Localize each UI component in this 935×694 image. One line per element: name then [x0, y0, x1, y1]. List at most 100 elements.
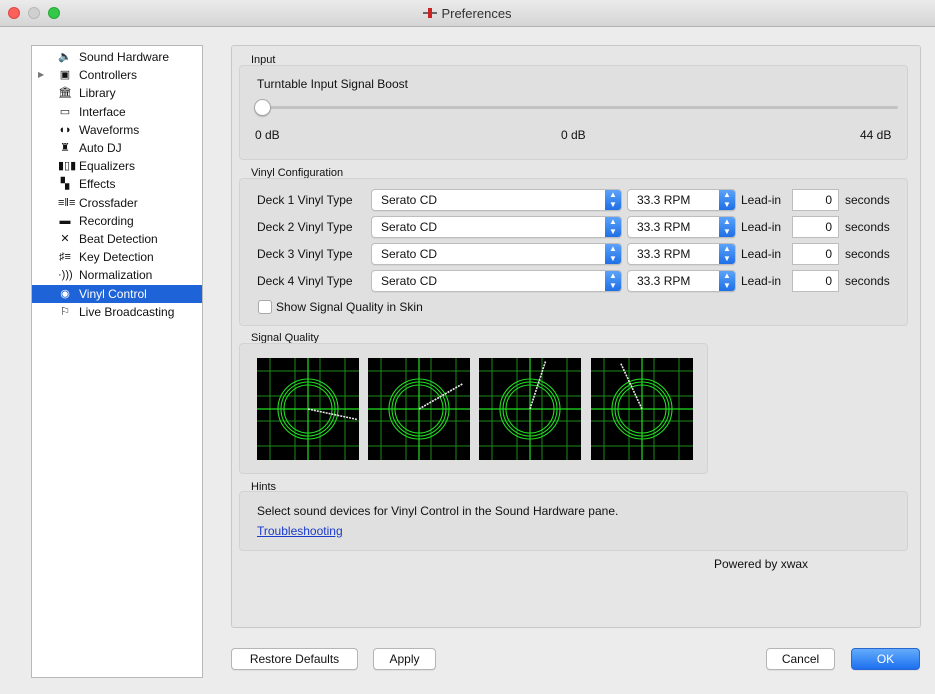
- effects-icon: ▚: [60, 178, 70, 191]
- select-stepper-icon: ▲ ▼: [719, 271, 735, 291]
- sidebar-item-beat-detection[interactable]: ✕ Beat Detection: [32, 230, 202, 248]
- deck-3-vinyl-type-value: Serato CD: [381, 247, 438, 261]
- boost-slider-track[interactable]: [257, 106, 898, 109]
- apply-button[interactable]: Apply: [373, 648, 436, 670]
- boost-min-label: 0 dB: [255, 128, 280, 142]
- app-icon: [423, 7, 438, 19]
- sidebar-item-sound-hardware[interactable]: 🔈 Sound Hardware: [32, 48, 202, 66]
- sidebar-item-label: Live Broadcasting: [79, 304, 175, 319]
- troubleshooting-link[interactable]: Troubleshooting: [257, 524, 343, 538]
- sidebar-item-label: Equalizers: [79, 159, 136, 174]
- deck-2-label: Deck 2 Vinyl Type: [257, 220, 353, 234]
- deck-2-vinyl-type-value: Serato CD: [381, 220, 438, 234]
- sidebar-item-label: Interface: [79, 104, 126, 119]
- sidebar-item-controllers[interactable]: ▶ ▣ Controllers: [32, 66, 202, 84]
- signal-quality-scope-deck-2: [368, 358, 470, 460]
- deck-4-vinyl-type-select[interactable]: Serato CD ▲ ▼: [371, 270, 622, 292]
- restore-defaults-button[interactable]: Restore Defaults: [231, 648, 358, 670]
- key-detection-icon: ♯≡: [59, 251, 71, 264]
- hints-text: Select sound devices for Vinyl Control i…: [257, 504, 619, 518]
- crossfader-icon: ≡‖≡: [58, 196, 76, 209]
- disclosure-triangle-icon[interactable]: ▶: [38, 66, 44, 84]
- sidebar-item-equalizers[interactable]: ▮▯▮ Equalizers: [32, 157, 202, 175]
- sidebar-item-crossfader[interactable]: ≡‖≡ Crossfader: [32, 194, 202, 212]
- sidebar-item-label: Effects: [79, 177, 116, 192]
- deck-4-speed-value: 33.3 RPM: [637, 274, 691, 288]
- sidebar-item-waveforms[interactable]: ◖◗ Waveforms: [32, 121, 202, 139]
- sidebar-item-label: Key Detection: [79, 250, 154, 265]
- window-title: Preferences: [441, 6, 512, 21]
- sidebar-item-label: Controllers: [79, 68, 138, 83]
- deck-4-speed-select[interactable]: 33.3 RPM ▲ ▼: [627, 270, 736, 292]
- ok-button[interactable]: OK: [851, 648, 920, 670]
- sidebar-item-normalization[interactable]: ·))) Normalization: [32, 266, 202, 284]
- deck-3-leadin-input[interactable]: 0: [792, 243, 839, 265]
- window-title-area: Preferences: [0, 6, 935, 21]
- deck-1-vinyl-type-value: Serato CD: [381, 193, 438, 207]
- deck-1-label: Deck 1 Vinyl Type: [257, 193, 353, 207]
- boost-max-label: 44 dB: [860, 128, 892, 142]
- sidebar-item-recording[interactable]: ▬ Recording: [32, 212, 202, 230]
- vinyl-icon: ◉: [60, 287, 70, 300]
- deck-3-speed-select[interactable]: 33.3 RPM ▲ ▼: [627, 243, 736, 265]
- equalizer-icon: ▮▯▮: [58, 160, 77, 173]
- select-stepper-icon: ▲ ▼: [605, 190, 621, 210]
- deck-4-leadin-label: Lead-in: [741, 274, 782, 288]
- deck-4-leadin-input[interactable]: 0: [792, 270, 839, 292]
- sidebar-item-auto-dj[interactable]: ♜ Auto DJ: [32, 139, 202, 157]
- signal-quality-scope-deck-3: [479, 358, 581, 460]
- deck-3-label: Deck 3 Vinyl Type: [257, 247, 353, 261]
- deck-2-leadin-input[interactable]: 0: [792, 216, 839, 238]
- sidebar-item-label: Library: [79, 86, 116, 101]
- library-icon: 🏛: [58, 87, 72, 100]
- waveform-icon: ◖◗: [58, 123, 72, 136]
- sidebar-item-label: Sound Hardware: [79, 50, 170, 64]
- sidebar-item-vinyl-control[interactable]: ◉ Vinyl Control: [32, 284, 202, 303]
- preferences-window: Preferences 🔈 Sound Hardware ▶ ▣ Controllers…: [0, 0, 935, 694]
- boost-label: Turntable Input Signal Boost: [257, 77, 408, 91]
- deck-1-speed-select[interactable]: 33.3 RPM ▲ ▼: [627, 189, 736, 211]
- deck-2-speed-value: 33.3 RPM: [637, 220, 691, 234]
- deck-1-leadin-label: Lead-in: [741, 193, 782, 207]
- sidebar-item-interface[interactable]: ▭ Interface: [32, 103, 202, 121]
- deck-1-seconds-label: seconds: [845, 193, 890, 207]
- deck-2-vinyl-type-select[interactable]: Serato CD ▲ ▼: [371, 216, 622, 238]
- deck-1-speed-value: 33.3 RPM: [637, 193, 691, 207]
- sidebar-item-label: Crossfader: [79, 195, 138, 210]
- title-bar[interactable]: Preferences: [0, 0, 935, 27]
- beat-detection-icon: ✕: [60, 233, 70, 245]
- sidebar-item-key-detection[interactable]: ♯≡ Key Detection: [32, 248, 202, 266]
- select-stepper-icon: ▲ ▼: [605, 271, 621, 291]
- deck-4-label: Deck 4 Vinyl Type: [257, 274, 353, 288]
- deck-3-speed-value: 33.3 RPM: [637, 247, 691, 261]
- select-stepper-icon: ▲ ▼: [719, 190, 735, 210]
- deck-3-leadin-label: Lead-in: [741, 247, 782, 261]
- deck-1-leadin-input[interactable]: 0: [792, 189, 839, 211]
- sidebar-item-label: Recording: [79, 213, 134, 228]
- signal-quality-scope-deck-4: [591, 358, 693, 460]
- robot-icon: ♜: [60, 142, 70, 154]
- sidebar-item-label: Waveforms: [79, 122, 140, 137]
- deck-2-leadin-label: Lead-in: [741, 220, 782, 234]
- monitor-icon: ▭: [59, 105, 71, 118]
- deck-3-vinyl-type-select[interactable]: Serato CD ▲ ▼: [371, 243, 622, 265]
- cancel-button[interactable]: Cancel: [766, 648, 835, 670]
- signal-quality-scope-deck-1: [257, 358, 359, 460]
- recording-icon: ▬: [59, 214, 71, 227]
- deck-4-seconds-label: seconds: [845, 274, 890, 288]
- sidebar-item-label: Beat Detection: [79, 232, 158, 246]
- sidebar-item-library[interactable]: 🏛 Library: [32, 84, 202, 102]
- boost-slider-knob[interactable]: [254, 99, 271, 116]
- powered-by-label: Powered by xwax: [714, 557, 809, 571]
- sidebar-item-label: Auto DJ: [79, 141, 122, 155]
- show-signal-quality-label: Show Signal Quality in Skin: [276, 300, 423, 314]
- deck-2-seconds-label: seconds: [845, 220, 890, 234]
- show-signal-quality-checkbox[interactable]: [258, 300, 272, 314]
- sidebar-item-live-broadcasting[interactable]: ⚐ Live Broadcasting: [32, 303, 202, 321]
- deck-1-vinyl-type-select[interactable]: Serato CD ▲ ▼: [371, 189, 622, 211]
- hints-group: [239, 491, 908, 551]
- sidebar-item-effects[interactable]: ▚ Effects: [32, 175, 202, 193]
- boost-current-label: 0 dB: [561, 128, 586, 142]
- deck-4-vinyl-type-value: Serato CD: [381, 274, 438, 288]
- deck-2-speed-select[interactable]: 33.3 RPM ▲ ▼: [627, 216, 736, 238]
